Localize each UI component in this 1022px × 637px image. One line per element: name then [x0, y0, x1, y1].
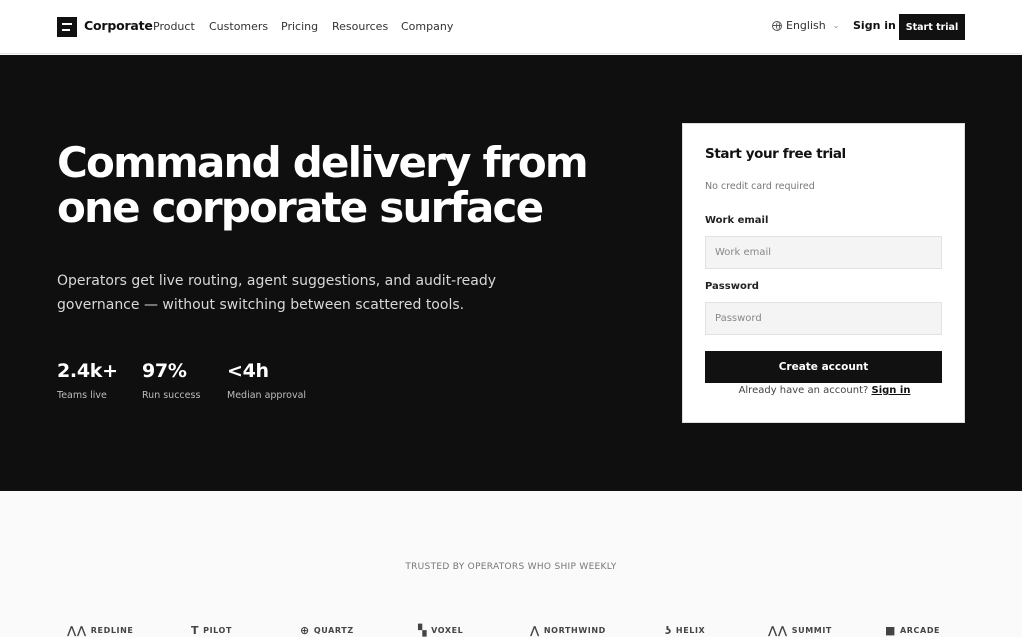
- password-label: Password: [705, 281, 759, 292]
- hero-subtitle: Operators get live routing, agent sugges…: [57, 273, 497, 313]
- brand-name: REDLINE: [90, 626, 134, 635]
- language-label: English: [786, 19, 826, 32]
- already-text: Already have an account?: [738, 385, 869, 396]
- brand-logo-voxel: ▚ VOXEL: [418, 625, 463, 636]
- sign-in-link[interactable]: Sign in: [853, 19, 896, 32]
- square-icon: ■: [885, 624, 896, 637]
- brand-name: HELIX: [675, 626, 706, 635]
- language-selector[interactable]: English ⌄: [772, 19, 839, 32]
- trusted-heading: TRUSTED BY OPERATORS WHO SHIP WEEKLY: [405, 562, 617, 572]
- password-field[interactable]: [705, 302, 942, 335]
- stat-median-approval: <4h Median approval: [227, 360, 306, 401]
- crosshair-icon: ⊕: [300, 624, 310, 637]
- signup-title: Start your free trial: [705, 146, 846, 162]
- stat-value: 2.4k+: [57, 360, 118, 382]
- stat-value: 97%: [142, 360, 187, 382]
- brand-name: VOXEL: [431, 626, 464, 635]
- brand-logo-arcade: ■ ARCADE: [885, 625, 940, 636]
- brand-logo-northwind: ⋀ NORTHWIND: [530, 625, 606, 636]
- nav-link-resources[interactable]: Resources: [332, 20, 388, 33]
- stat-teams-live: 2.4k+ Teams live: [57, 360, 118, 401]
- top-nav: Corporate Product Customers Pricing Reso…: [0, 0, 1022, 54]
- stat-value: <4h: [227, 360, 269, 382]
- stat-run-success: 97% Run success: [142, 360, 200, 401]
- stat-label: Teams live: [57, 390, 107, 401]
- mountain-icon: ⋀: [530, 624, 540, 637]
- already-have-account: Already have an account? Sign in: [683, 385, 966, 396]
- brand-logo-helix: ʖ HELIX: [665, 625, 705, 636]
- mountain-icon: ⋀⋀: [768, 624, 788, 637]
- globe-icon: [772, 20, 782, 31]
- card-sign-in-link[interactable]: Sign in: [872, 385, 911, 396]
- nav-link-company[interactable]: Company: [401, 20, 453, 33]
- nav-link-customers[interactable]: Customers: [209, 20, 268, 33]
- brand-name: NORTHWIND: [543, 626, 606, 635]
- brand-name: QUARTZ: [313, 626, 354, 635]
- brand-name: SUMMIT: [791, 626, 832, 635]
- signup-note: No credit card required: [705, 181, 815, 192]
- brand-name: PILOT: [203, 626, 233, 635]
- grid-icon: ▚: [418, 624, 428, 637]
- chevron-down-icon: ⌄: [832, 21, 840, 30]
- nav-link-pricing[interactable]: Pricing: [281, 20, 318, 33]
- brand-name: ARCADE: [900, 626, 941, 635]
- stat-label: Median approval: [227, 390, 307, 401]
- signup-form: Start your free trial No credit card req…: [682, 123, 965, 423]
- brand-logo-quartz: ⊕ QUARTZ: [300, 625, 354, 636]
- stat-label: Run success: [142, 390, 201, 401]
- email-label: Work email: [705, 215, 769, 226]
- nav-link-product[interactable]: Product: [153, 20, 195, 33]
- brand-logo-summit: ⋀⋀ SUMMIT: [768, 625, 832, 636]
- helix-icon: ʖ: [665, 624, 672, 637]
- logo-icon[interactable]: [57, 17, 77, 37]
- t-icon: T: [191, 624, 200, 637]
- mountain-icon: ⋀⋀: [67, 624, 87, 637]
- email-field[interactable]: [705, 236, 942, 269]
- start-trial-button[interactable]: Start trial: [899, 14, 965, 40]
- brand-name[interactable]: Corporate: [84, 18, 153, 33]
- brand-logo-pilot: T PILOT: [191, 625, 232, 636]
- brand-logo-redline: ⋀⋀ REDLINE: [67, 625, 133, 636]
- create-account-button[interactable]: Create account: [705, 351, 942, 383]
- hero-title: Command delivery from one corporate surf…: [57, 138, 589, 232]
